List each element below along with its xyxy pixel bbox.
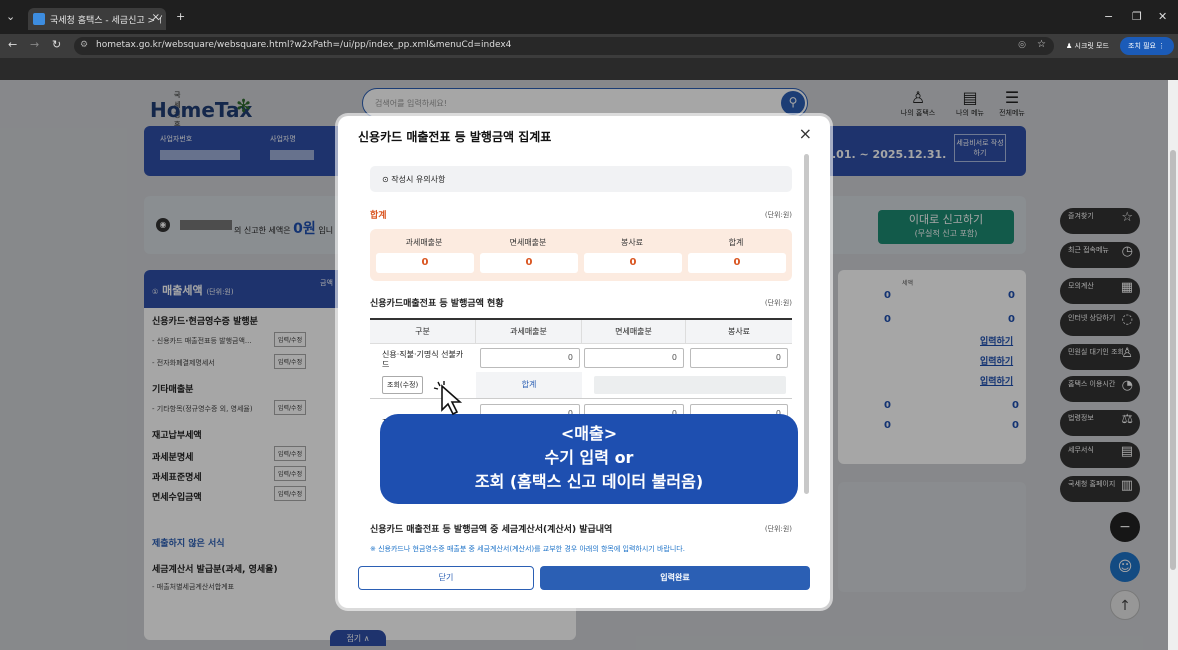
reload-icon[interactable]: ↻ <box>52 38 61 51</box>
total-disabled-field <box>594 376 786 394</box>
sum-unit: (단위:원) <box>764 211 792 219</box>
th-service: 봉사료 <box>686 320 792 344</box>
incognito-indicator[interactable]: ♟ 시크릿 모드 <box>1058 37 1118 55</box>
close-window-icon[interactable]: ✕ <box>1158 10 1167 23</box>
lookup-edit-button[interactable]: 조회(수정) <box>382 376 424 394</box>
callout-line-3: 조회 (홈택스 신고 데이터 불러옴) <box>474 472 704 491</box>
scrollbar-thumb[interactable] <box>1170 150 1176 570</box>
back-icon[interactable]: ← <box>8 38 17 51</box>
sum-box: 과세매출분 면세매출분 봉사료 합계 0 0 0 0 <box>370 229 792 281</box>
card-taxable-input[interactable]: 0 <box>480 348 580 368</box>
annotation-callout: <매출> 수기 입력 or 조회 (홈택스 신고 데이터 불러옴) <box>380 414 798 504</box>
sum-value-taxable: 0 <box>376 253 474 273</box>
tab-search-icon[interactable]: ⌄ <box>6 10 15 23</box>
card-exempt-input[interactable]: 0 <box>584 348 684 368</box>
page-scrollbar[interactable] <box>1168 80 1178 650</box>
status-unit: (단위:원) <box>764 299 792 307</box>
bookmark-star-icon[interactable]: ☆ <box>1037 39 1046 50</box>
favicon-icon <box>33 13 45 25</box>
bookmarks-strip <box>0 58 1178 80</box>
sum-col-taxable: 과세매출분 <box>405 238 443 247</box>
url-field[interactable]: ⚙ hometax.go.kr/websquare/websquare.html… <box>74 37 1054 55</box>
row-total-label: 합계 <box>476 372 582 398</box>
restore-icon[interactable]: ❐ <box>1132 10 1142 23</box>
row-card-label: 신용·직불·기명식 선불카드 <box>382 350 464 369</box>
sum-col-total: 합계 <box>728 238 744 247</box>
close-icon[interactable]: × <box>799 124 812 143</box>
modal-scrollbar[interactable] <box>804 154 809 494</box>
modal-title: 신용카드 매출전표 등 발행금액 집계표 <box>358 130 552 144</box>
sum-section-title: 합계 <box>370 211 387 221</box>
update-button[interactable]: 조치 필요 ⋮ <box>1120 37 1174 55</box>
invoice-unit: (단위:원) <box>764 525 792 533</box>
browser-tab[interactable]: 국세청 홈택스 - 세금신고 > ⺅ × <box>28 8 166 30</box>
incognito-icon: ♟ <box>1066 42 1075 50</box>
invoice-footnote: ※ 신용카드나 현금영수증 매출분 중 세금계산서(계산서)를 교부한 경우 아… <box>370 545 685 553</box>
browser-tabbar: ⌄ 국세청 홈택스 - 세금신고 > ⺅ × + − ❐ ✕ <box>0 0 1178 34</box>
new-tab-button[interactable]: + <box>176 10 185 23</box>
card-sales-summary-modal: 신용카드 매출전표 등 발행금액 집계표 × ⊙ 작성시 유의사항 합계 (단위… <box>338 116 830 608</box>
invoice-section-title: 신용카드 매출전표 등 발행금액 중 세금계산서(계산서) 발급내역 <box>370 525 613 535</box>
caution-toggle[interactable]: ⊙ 작성시 유의사항 <box>370 166 792 192</box>
minimize-icon[interactable]: − <box>1104 10 1113 23</box>
th-taxable: 과세매출분 <box>476 320 582 344</box>
tab-close-icon[interactable]: × <box>152 12 160 23</box>
th-category: 구분 <box>370 320 476 344</box>
sum-col-service: 봉사료 <box>620 238 644 247</box>
callout-line-2: 수기 입력 or <box>544 448 634 467</box>
th-exempt: 면세매출분 <box>582 320 686 344</box>
forward-icon[interactable]: → <box>30 38 39 51</box>
close-button[interactable]: 닫기 <box>358 566 534 590</box>
sum-col-exempt: 면세매출분 <box>509 238 547 247</box>
sum-value-exempt: 0 <box>480 253 578 273</box>
card-service-input[interactable]: 0 <box>690 348 788 368</box>
address-bar: ← → ↻ ⚙ hometax.go.kr/websquare/websquar… <box>0 34 1178 58</box>
site-info-icon[interactable]: ⚙ <box>80 40 88 50</box>
complete-input-button[interactable]: 입력완료 <box>540 566 810 590</box>
sum-value-service: 0 <box>584 253 682 273</box>
tab-title: 국세청 홈택스 - 세금신고 > ⺅ <box>50 16 166 26</box>
mouse-cursor-icon <box>433 381 463 416</box>
incognito-label: 시크릿 모드 <box>1074 42 1109 50</box>
eye-off-icon[interactable]: ◎ <box>1018 40 1026 50</box>
status-section-title: 신용카드매출전표 등 발행금액 현황 <box>370 299 504 309</box>
sum-value-total: 0 <box>688 253 786 273</box>
url-text: hometax.go.kr/websquare/websquare.html?w… <box>96 40 512 50</box>
callout-line-1: <매출> <box>560 424 618 443</box>
